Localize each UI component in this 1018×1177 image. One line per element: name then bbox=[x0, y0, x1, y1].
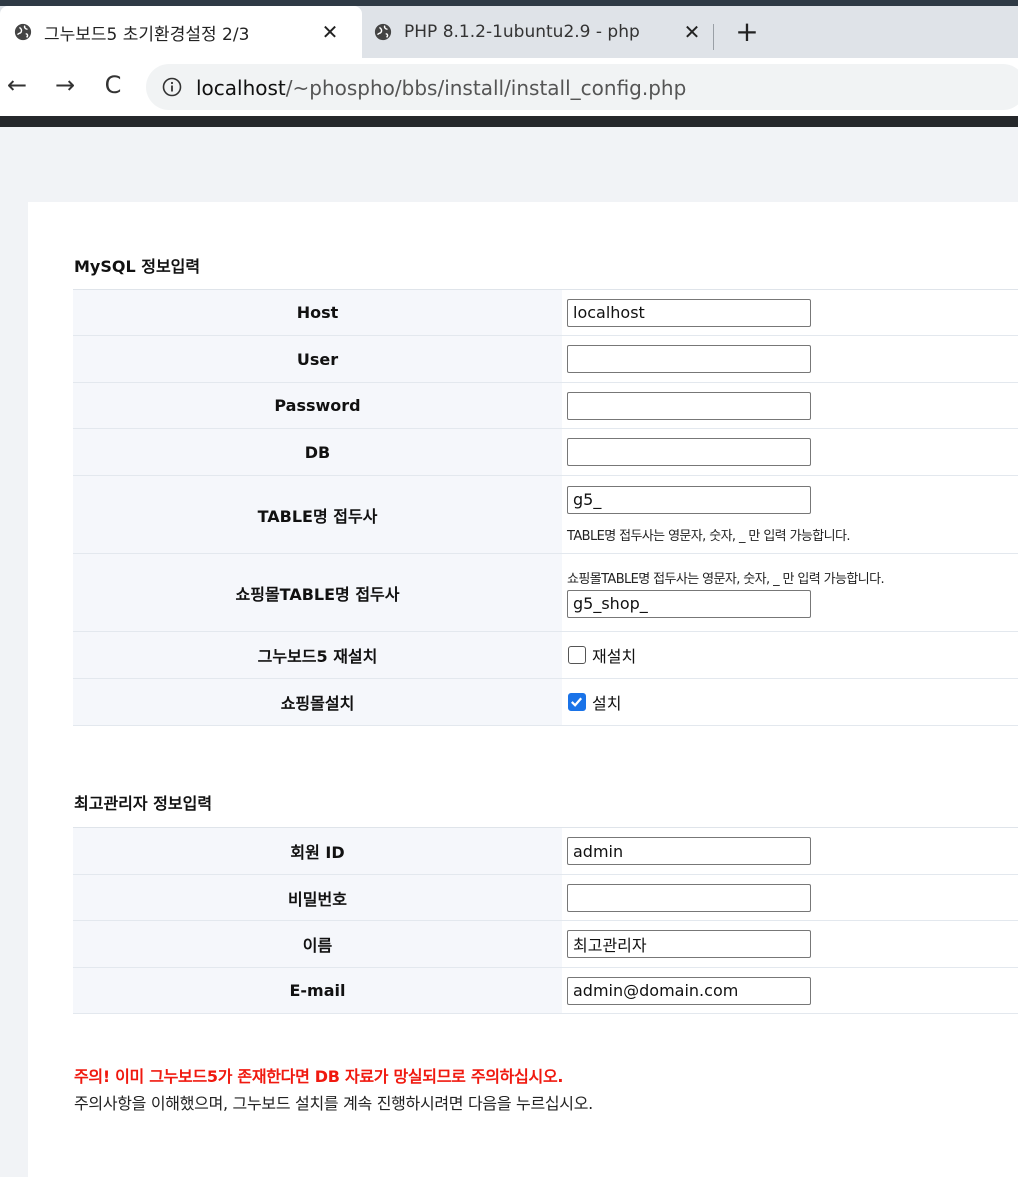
reinstall-checkbox[interactable] bbox=[568, 646, 586, 664]
table-prefix-help: TABLE명 접두사는 영문자, 숫자, _ 만 입력 가능합니다. bbox=[567, 528, 851, 544]
user-label: User bbox=[73, 335, 562, 383]
url-text: localhost/~phospho/bbs/install/install_c… bbox=[196, 76, 686, 100]
shop-prefix-input[interactable] bbox=[567, 589, 811, 618]
globe-icon bbox=[14, 23, 32, 41]
tab-separator bbox=[713, 24, 714, 50]
tab-title: 그누보드5 초기환경설정 2/3 bbox=[44, 24, 250, 45]
mysql-section-title: MySQL 정보입력 bbox=[74, 257, 201, 276]
admin-pw-row: 비밀번호 bbox=[73, 874, 1018, 921]
forward-arrow-icon[interactable]: → bbox=[50, 70, 80, 100]
shop-install-checkbox[interactable] bbox=[568, 693, 586, 711]
reinstall-row: 그누보드5 재설치 재설치 bbox=[73, 631, 1018, 679]
admin-id-row: 회원 ID bbox=[73, 827, 1018, 875]
tab-title: PHP 8.1.2-1ubuntu2.9 - php bbox=[404, 22, 640, 42]
password-label: Password bbox=[73, 382, 562, 429]
host-input[interactable] bbox=[567, 298, 811, 327]
shop-prefix-label: 쇼핑몰TABLE명 접두사 bbox=[73, 553, 562, 632]
db-label: DB bbox=[73, 428, 562, 476]
host-label: Host bbox=[73, 289, 562, 336]
table-prefix-row: TABLE명 접두사 TABLE명 접두사는 영문자, 숫자, _ 만 입력 가… bbox=[73, 475, 1018, 554]
tab-strip: 그누보드5 초기환경설정 2/3 ✕ PHP 8.1.2-1ubuntu2.9 … bbox=[0, 6, 1018, 58]
db-input[interactable] bbox=[567, 438, 811, 466]
user-input[interactable] bbox=[567, 345, 811, 373]
host-row: Host bbox=[73, 289, 1018, 336]
user-row: User bbox=[73, 335, 1018, 383]
admin-id-input[interactable] bbox=[567, 837, 811, 865]
table-prefix-label: TABLE명 접두사 bbox=[73, 475, 562, 554]
close-tab-icon[interactable]: ✕ bbox=[680, 20, 704, 44]
url-host: localhost bbox=[196, 76, 286, 100]
shop-install-row: 쇼핑몰설치 설치 bbox=[73, 678, 1018, 726]
password-row: Password bbox=[73, 382, 1018, 429]
admin-name-input[interactable] bbox=[567, 930, 811, 958]
db-row: DB bbox=[73, 428, 1018, 476]
admin-name-label: 이름 bbox=[73, 920, 562, 968]
tab-php-info[interactable]: PHP 8.1.2-1ubuntu2.9 - php ✕ bbox=[364, 6, 714, 58]
browser-toolbar: ← → C localhost/~phospho/bbs/install/ins… bbox=[0, 58, 1018, 116]
table-prefix-input[interactable] bbox=[567, 485, 811, 514]
shop-prefix-help: 쇼핑몰TABLE명 접두사는 영문자, 숫자, _ 만 입력 가능합니다. bbox=[567, 571, 885, 587]
shop-install-label: 쇼핑몰설치 bbox=[73, 678, 562, 726]
admin-email-row: E-mail bbox=[73, 967, 1018, 1014]
reinstall-checkbox-label[interactable]: 재설치 bbox=[592, 643, 636, 667]
address-bar[interactable]: localhost/~phospho/bbs/install/install_c… bbox=[146, 64, 1018, 110]
admin-pw-label: 비밀번호 bbox=[73, 874, 562, 921]
admin-info-table: 회원 ID 비밀번호 이름 E-mail bbox=[73, 827, 1018, 1014]
admin-name-row: 이름 bbox=[73, 920, 1018, 968]
back-arrow-icon[interactable]: ← bbox=[2, 70, 32, 100]
admin-section-title: 최고관리자 정보입력 bbox=[74, 794, 213, 813]
globe-icon bbox=[374, 23, 392, 41]
admin-pw-input[interactable] bbox=[567, 883, 811, 912]
password-input[interactable] bbox=[567, 391, 811, 420]
tab-install-config[interactable]: 그누보드5 초기환경설정 2/3 ✕ bbox=[0, 6, 362, 58]
info-icon[interactable] bbox=[162, 77, 182, 97]
close-tab-icon[interactable]: ✕ bbox=[318, 20, 342, 44]
shop-prefix-row: 쇼핑몰TABLE명 접두사 쇼핑몰TABLE명 접두사는 영문자, 숫자, _ … bbox=[73, 553, 1018, 632]
admin-id-label: 회원 ID bbox=[73, 827, 562, 875]
new-tab-button[interactable]: + bbox=[732, 16, 762, 48]
data-loss-warning: 주의! 이미 그누보드5가 존재한다면 DB 자료가 망실되므로 주의하십시오. bbox=[74, 1067, 564, 1086]
mysql-info-table: Host User Password DB TABLE명 접두사 TABLE명 … bbox=[73, 289, 1018, 726]
admin-email-input[interactable] bbox=[567, 976, 811, 1005]
reload-icon[interactable]: C bbox=[98, 70, 128, 100]
checkmark-icon bbox=[571, 697, 583, 707]
toolbar-divider bbox=[0, 116, 1018, 127]
continue-notice: 주의사항을 이해했으며, 그누보드 설치를 계속 진행하시려면 다음을 누르십시… bbox=[74, 1094, 593, 1113]
admin-email-label: E-mail bbox=[73, 967, 562, 1014]
shop-install-checkbox-label[interactable]: 설치 bbox=[592, 690, 621, 714]
url-path: /~phospho/bbs/install/install_config.php bbox=[285, 76, 687, 100]
reinstall-label: 그누보드5 재설치 bbox=[73, 631, 562, 679]
